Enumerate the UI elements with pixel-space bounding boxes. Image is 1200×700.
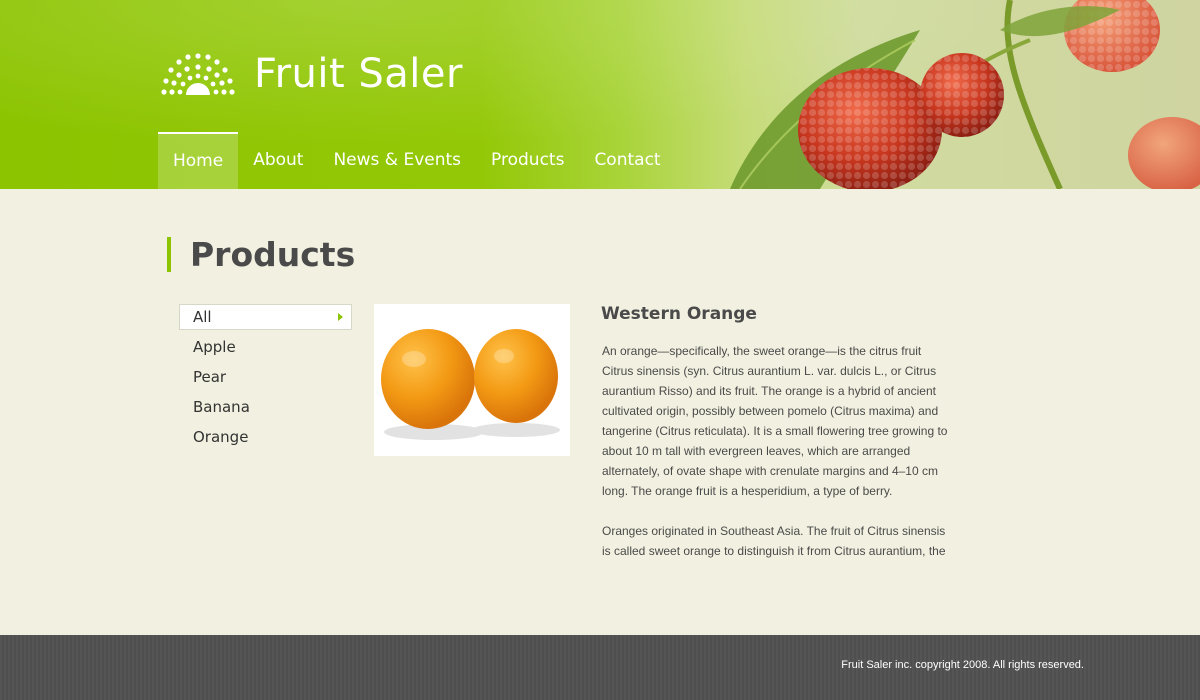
product-image[interactable] (374, 304, 570, 456)
nav-item-home[interactable]: Home (158, 132, 239, 189)
nav-item-news-events[interactable]: News & Events (318, 132, 476, 189)
category-label: All (193, 308, 212, 326)
category-label: Orange (193, 428, 249, 446)
product-name: Western Orange (601, 304, 757, 324)
nav-item-contact[interactable]: Contact (579, 132, 675, 189)
category-item-pear[interactable]: Pear (179, 364, 352, 390)
product-description: An orange—specifically, the sweet orange… (602, 341, 954, 581)
brand-name: Fruit Saler (254, 51, 463, 97)
category-item-orange[interactable]: Orange (179, 424, 352, 450)
raspberry-branch-image (730, 0, 1200, 189)
triangle-right-icon (338, 313, 343, 321)
category-list: All Apple Pear Banana Orange (179, 304, 352, 454)
logo[interactable]: Fruit Saler (160, 50, 463, 98)
sun-rays-icon (161, 53, 235, 95)
category-item-apple[interactable]: Apple (179, 334, 352, 360)
footer: Fruit Saler inc. copyright 2008. All rig… (0, 635, 1200, 700)
nav-item-about[interactable]: About (238, 132, 318, 189)
header: Fruit Saler Home About News & Events Pro… (0, 0, 1200, 189)
category-item-all[interactable]: All (179, 304, 352, 330)
category-label: Apple (193, 338, 236, 356)
oranges-image (381, 329, 560, 440)
description-paragraph: Oranges originated in Southeast Asia. Th… (602, 524, 946, 558)
description-paragraph: An orange—specifically, the sweet orange… (602, 344, 948, 498)
category-label: Pear (193, 368, 227, 386)
nav-item-products[interactable]: Products (476, 132, 579, 189)
category-item-banana[interactable]: Banana (179, 394, 352, 420)
main-nav: Home About News & Events Products Contac… (158, 132, 676, 189)
copyright-text: Fruit Saler inc. copyright 2008. All rig… (841, 659, 1084, 671)
category-label: Banana (193, 398, 250, 416)
page-title: Products (167, 237, 355, 272)
